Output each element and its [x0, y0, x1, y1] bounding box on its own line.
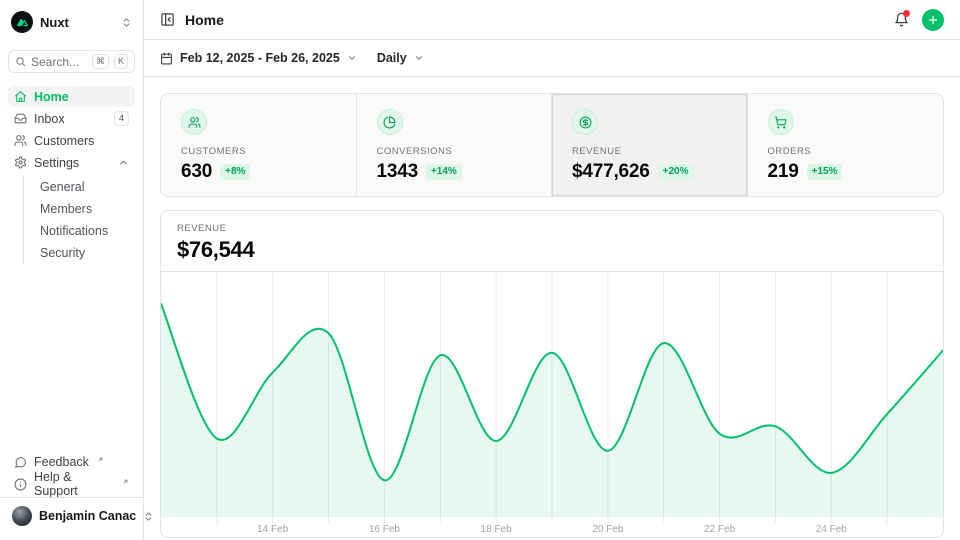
inbox-count-badge: 4 [114, 111, 129, 126]
sidebar-item-settings[interactable]: Settings [8, 152, 135, 173]
avatar [12, 506, 32, 526]
add-button[interactable] [922, 9, 944, 31]
help-support-link[interactable]: Help & Support [8, 473, 135, 495]
settings-submenu: General Members Notifications Security [23, 176, 135, 264]
page-title: Home [185, 12, 224, 28]
search-icon [15, 56, 26, 67]
granularity-value: Daily [377, 51, 407, 65]
stat-delta-badge: +20% [658, 164, 694, 180]
sidebar-item-general[interactable]: General [24, 176, 135, 198]
stat-value: 1343 [377, 161, 418, 183]
stat-label: REVENUE [572, 146, 727, 157]
sidebar-item-label: Customers [34, 134, 129, 148]
search-input[interactable]: Search... ⌘ K [8, 50, 135, 73]
stat-label: ORDERS [768, 146, 924, 157]
sidebar-nav: Home Inbox 4 Customers Settings [8, 86, 135, 264]
gear-icon [14, 156, 27, 169]
stat-card-orders[interactable]: ORDERS 219 +15% [748, 94, 944, 196]
users-icon [14, 134, 27, 147]
kbd-cmd: ⌘ [92, 54, 109, 69]
chart-body: 14 Feb 16 Feb 18 Feb 20 Feb 22 Feb 24 Feb [161, 272, 943, 537]
sub-item-label: General [40, 180, 84, 194]
date-range-value: Feb 12, 2025 - Feb 26, 2025 [180, 51, 340, 65]
granularity-select[interactable]: Daily [377, 51, 424, 65]
users-icon [181, 109, 207, 135]
user-name: Benjamin Canac [39, 509, 136, 523]
info-circle-icon [14, 478, 27, 491]
calendar-icon [160, 52, 173, 65]
chevron-down-icon [414, 53, 424, 63]
stat-label: CUSTOMERS [181, 146, 336, 157]
sidebar-footer: Feedback Help & Support Benjamin Canac [8, 451, 135, 534]
message-circle-icon [14, 456, 27, 469]
revenue-chart[interactable]: 14 Feb 16 Feb 18 Feb 20 Feb 22 Feb 24 Feb [161, 272, 943, 537]
nuxt-logo-icon [11, 11, 33, 33]
date-range-picker[interactable]: Feb 12, 2025 - Feb 26, 2025 [160, 51, 357, 65]
svg-text:18 Feb: 18 Feb [481, 524, 513, 535]
chart-header: REVENUE $76,544 [161, 211, 943, 272]
footer-link-label: Help & Support [34, 470, 114, 498]
notifications-button[interactable] [894, 12, 909, 27]
revenue-chart-card: REVENUE $76,544 14 Feb 16 Feb 18 Feb 20 Feb… [160, 210, 944, 538]
stat-value: 219 [768, 161, 799, 183]
stat-delta-badge: +14% [426, 164, 462, 180]
sidebar-item-label: Settings [34, 156, 111, 170]
chevron-up-icon [118, 157, 129, 168]
chart-pie-icon [377, 109, 403, 135]
workspace-name: Nuxt [40, 15, 114, 30]
plus-icon [927, 14, 939, 26]
svg-text:22 Feb: 22 Feb [704, 524, 736, 535]
chart-title: REVENUE [177, 223, 927, 234]
svg-text:24 Feb: 24 Feb [816, 524, 848, 535]
svg-text:20 Feb: 20 Feb [592, 524, 624, 535]
stat-delta-badge: +15% [807, 164, 843, 180]
main-area: Home Feb 12, 2025 - Feb 26, 2025 [144, 0, 960, 540]
notification-dot [903, 10, 910, 17]
kbd-k: K [114, 54, 128, 69]
external-link-icon [97, 456, 104, 463]
sub-item-label: Members [40, 202, 92, 216]
dashboard-content: CUSTOMERS 630 +8% CONVERSIONS 1343 +14% [144, 77, 960, 540]
svg-text:16 Feb: 16 Feb [369, 524, 401, 535]
circle-dollar-icon [572, 109, 598, 135]
sidebar-item-members[interactable]: Members [24, 198, 135, 220]
sub-item-label: Notifications [40, 224, 108, 238]
sidebar-item-inbox[interactable]: Inbox 4 [8, 108, 135, 129]
sidebar-item-security[interactable]: Security [24, 242, 135, 264]
sidebar-item-home[interactable]: Home [8, 86, 135, 107]
external-link-icon [122, 478, 129, 485]
sidebar-item-notifications[interactable]: Notifications [24, 220, 135, 242]
topbar: Home [144, 0, 960, 40]
shopping-cart-icon [768, 109, 794, 135]
stat-card-revenue[interactable]: REVENUE $477,626 +20% [552, 94, 748, 196]
stat-value: 630 [181, 161, 212, 183]
filter-toolbar: Feb 12, 2025 - Feb 26, 2025 Daily [144, 40, 960, 77]
sub-item-label: Security [40, 246, 85, 260]
svg-text:14 Feb: 14 Feb [257, 524, 289, 535]
app-window: Nuxt Search... ⌘ K Home [0, 0, 960, 540]
sidebar-item-label: Inbox [34, 112, 107, 126]
chart-total-value: $76,544 [177, 237, 927, 263]
sidebar-toggle-button[interactable] [160, 12, 175, 27]
stat-delta-badge: +8% [220, 164, 250, 180]
topbar-actions [894, 9, 944, 31]
search-placeholder: Search... [31, 55, 87, 69]
inbox-icon [14, 112, 27, 125]
chevrons-up-down-icon [121, 17, 132, 28]
home-icon [14, 90, 27, 103]
stat-card-conversions[interactable]: CONVERSIONS 1343 +14% [357, 94, 553, 196]
stat-card-customers[interactable]: CUSTOMERS 630 +8% [161, 94, 357, 196]
sidebar-item-customers[interactable]: Customers [8, 130, 135, 151]
stat-value: $477,626 [572, 161, 650, 183]
user-menu[interactable]: Benjamin Canac [8, 504, 135, 528]
chevron-down-icon [347, 53, 357, 63]
stat-label: CONVERSIONS [377, 146, 532, 157]
sidebar: Nuxt Search... ⌘ K Home [0, 0, 144, 540]
user-section: Benjamin Canac [0, 497, 143, 528]
sidebar-item-label: Home [34, 90, 129, 104]
stats-row: CUSTOMERS 630 +8% CONVERSIONS 1343 +14% [160, 93, 944, 197]
workspace-switcher[interactable]: Nuxt [8, 10, 135, 34]
footer-link-label: Feedback [34, 455, 89, 469]
